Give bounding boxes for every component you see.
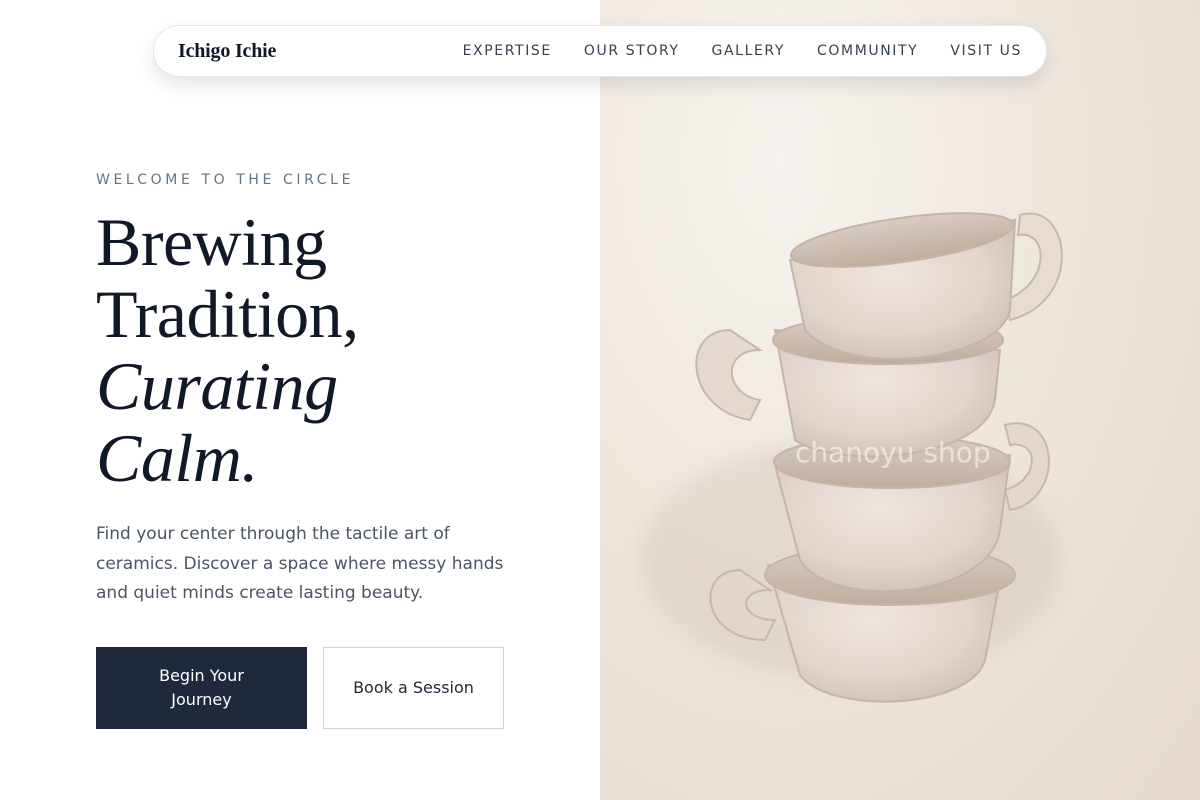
cup-top <box>788 212 1063 360</box>
hero-headline: Brewing Tradition, Curating Calm. <box>96 206 359 494</box>
hero-image: chanoyu shop <box>600 0 1200 800</box>
nav-item-community[interactable]: COMMUNITY <box>817 43 918 59</box>
main-nav: EXPERTISE OUR STORY GALLERY COMMUNITY VI… <box>463 43 1022 59</box>
image-watermark: chanoyu shop <box>795 436 991 469</box>
brand-logo[interactable]: Ichigo Ichie <box>178 40 276 63</box>
book-session-button[interactable]: Book a Session <box>323 647 504 729</box>
begin-journey-label: Begin Your Journey <box>159 666 244 709</box>
hero-description: Find your center through the tactile art… <box>96 524 504 603</box>
nav-item-gallery[interactable]: GALLERY <box>712 43 785 59</box>
begin-journey-button[interactable]: Begin Your Journey <box>96 647 307 729</box>
nav-item-expertise[interactable]: EXPERTISE <box>463 43 552 59</box>
headline-line-4: Calm. <box>96 420 258 496</box>
headline-line-1: Brewing <box>96 204 327 280</box>
stacked-cups-illustration: chanoyu shop <box>640 212 1063 703</box>
headline-line-3: Curating <box>96 348 338 424</box>
hero-eyebrow: WELCOME TO THE CIRCLE <box>96 172 355 188</box>
nav-item-our-story[interactable]: OUR STORY <box>584 43 680 59</box>
headline-line-2: Tradition, <box>96 276 359 352</box>
book-session-label: Book a Session <box>353 678 474 697</box>
nav-item-visit-us[interactable]: VISIT US <box>950 43 1022 59</box>
navbar: Ichigo Ichie EXPERTISE OUR STORY GALLERY… <box>153 25 1047 77</box>
